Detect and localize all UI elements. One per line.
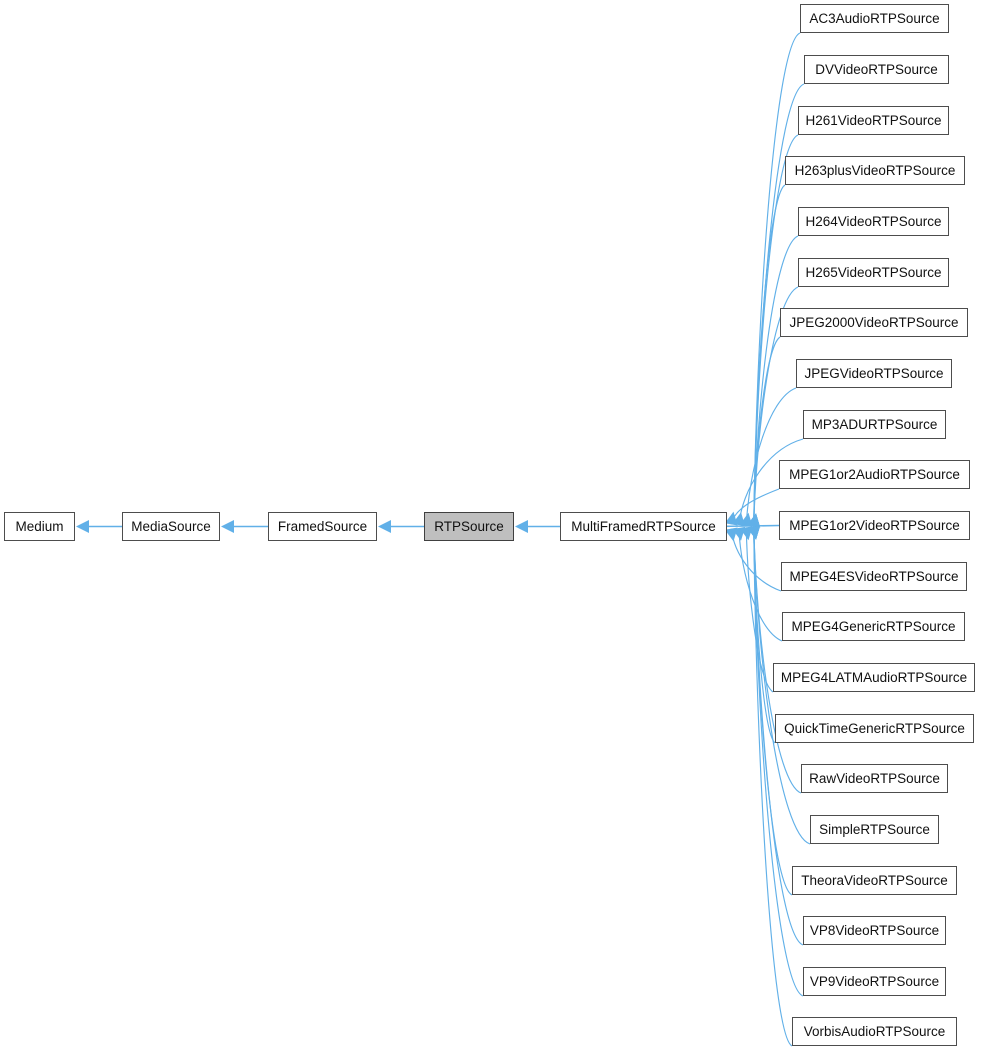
subclass-node-h264-video-rtpsource[interactable]: H264VideoRTPSource — [798, 207, 949, 236]
inheritance-arrowhead-simple-rtpsource — [747, 525, 761, 540]
subclass-node-h261-video-rtpsource[interactable]: H261VideoRTPSource — [798, 106, 949, 135]
subclass-node-h265-video-rtpsource[interactable]: H265VideoRTPSource — [798, 258, 949, 287]
inheritance-edge-vp9-video-rtpsource — [753, 526, 804, 997]
inheritance-arrowhead-quick-time-generic-rtpsource — [747, 525, 761, 540]
subclass-node-mpeg4-generic-rtpsource[interactable]: MPEG4GenericRTPSource — [782, 612, 965, 641]
inheritance-edge-jpeg2000-video-rtpsource — [753, 336, 781, 527]
subclass-node-mpeg1or2-audio-rtpsource[interactable]: MPEG1or2AudioRTPSource — [779, 460, 970, 489]
inheritance-arrowhead-vp8-video-rtpsource — [747, 525, 761, 540]
inheritance-arrowhead-h263plus-video-rtpsource — [747, 513, 761, 528]
inheritance-arrowhead-media-source — [221, 520, 234, 533]
inheritance-arrowhead-medium — [76, 520, 89, 533]
class-node-multi-framed-rtpsource[interactable]: MultiFramedRTPSource — [560, 512, 727, 541]
inheritance-arrowhead-mpeg4-generic-rtpsource — [732, 526, 746, 541]
subclass-node-vp9-video-rtpsource[interactable]: VP9VideoRTPSource — [803, 967, 946, 996]
class-node-medium[interactable]: Medium — [4, 512, 75, 541]
class-node-framed-source[interactable]: FramedSource — [268, 512, 377, 541]
inheritance-arrowhead-dvvideo-rtpsource — [747, 513, 761, 528]
inheritance-arrowhead-jpeg2000-video-rtpsource — [747, 513, 761, 528]
inheritance-arrowhead-jpegvideo-rtpsource — [739, 512, 753, 527]
inheritance-arrowhead-vp9-video-rtpsource — [747, 525, 761, 540]
inheritance-edge-ac3-audio-rtpsource — [753, 32, 801, 527]
subclass-node-mpeg1or2-video-rtpsource[interactable]: MPEG1or2VideoRTPSource — [779, 511, 970, 540]
inheritance-edge-quick-time-generic-rtpsource — [753, 526, 776, 744]
subclass-node-mp3-adurtpsource[interactable]: MP3ADURTPSource — [803, 410, 946, 439]
subclass-node-jpeg2000-video-rtpsource[interactable]: JPEG2000VideoRTPSource — [780, 308, 968, 337]
inheritance-edge-mpeg4-latmaudio-rtpsource — [745, 527, 774, 693]
subclass-node-vp8-video-rtpsource[interactable]: VP8VideoRTPSource — [803, 916, 946, 945]
class-node-media-source[interactable]: MediaSource — [122, 512, 220, 541]
inheritance-edge-jpegvideo-rtpsource — [745, 387, 797, 526]
inheritance-arrowhead-ac3-audio-rtpsource — [747, 513, 761, 528]
subclass-node-dvvideo-rtpsource[interactable]: DVVideoRTPSource — [804, 55, 949, 84]
inheritance-arrowhead-h261-video-rtpsource — [747, 513, 761, 528]
inheritance-arrowhead-mpeg4-latmaudio-rtpsource — [739, 526, 753, 541]
class-node-rtpsource[interactable]: RTPSource — [424, 512, 514, 541]
subclass-node-raw-video-rtpsource[interactable]: RawVideoRTPSource — [801, 764, 948, 793]
inheritance-arrowhead-h264-video-rtpsource — [747, 513, 761, 528]
subclass-node-mpeg4-esvideo-rtpsource[interactable]: MPEG4ESVideoRTPSource — [781, 562, 967, 591]
subclass-node-theora-video-rtpsource[interactable]: TheoraVideoRTPSource — [792, 866, 957, 895]
subclass-node-jpegvideo-rtpsource[interactable]: JPEGVideoRTPSource — [796, 359, 952, 388]
inheritance-edge-mpeg4-generic-rtpsource — [738, 527, 783, 642]
inheritance-arrowhead-vorbis-audio-rtpsource — [747, 525, 761, 540]
class-inheritance-diagram: Medium MediaSource FramedSource RTPSource Mu… — [0, 0, 981, 1051]
inheritance-arrowhead-framed-source — [378, 520, 391, 533]
subclass-node-simple-rtpsource[interactable]: SimpleRTPSource — [810, 815, 939, 844]
inheritance-edge-vorbis-audio-rtpsource — [753, 526, 793, 1047]
subclass-node-mpeg4-latmaudio-rtpsource[interactable]: MPEG4LATMAudioRTPSource — [773, 663, 975, 692]
inheritance-arrowhead-mp3-adurtpsource — [732, 512, 746, 527]
inheritance-arrowhead-raw-video-rtpsource — [747, 525, 761, 540]
inheritance-arrowhead-rtpsource — [515, 520, 528, 533]
subclass-node-quick-time-generic-rtpsource[interactable]: QuickTimeGenericRTPSource — [775, 714, 974, 743]
subclass-node-vorbis-audio-rtpsource[interactable]: VorbisAudioRTPSource — [792, 1017, 957, 1046]
inheritance-arrowhead-h265-video-rtpsource — [747, 513, 761, 528]
inheritance-arrowhead-theora-video-rtpsource — [747, 525, 761, 540]
inheritance-edge-mpeg1or2-audio-rtpsource — [730, 488, 780, 525]
inheritance-edge-mpeg4-esvideo-rtpsource — [730, 528, 782, 592]
subclass-node-ac3-audio-rtpsource[interactable]: AC3AudioRTPSource — [800, 4, 949, 33]
subclass-node-h263plus-video-rtpsource[interactable]: H263plusVideoRTPSource — [785, 156, 965, 185]
